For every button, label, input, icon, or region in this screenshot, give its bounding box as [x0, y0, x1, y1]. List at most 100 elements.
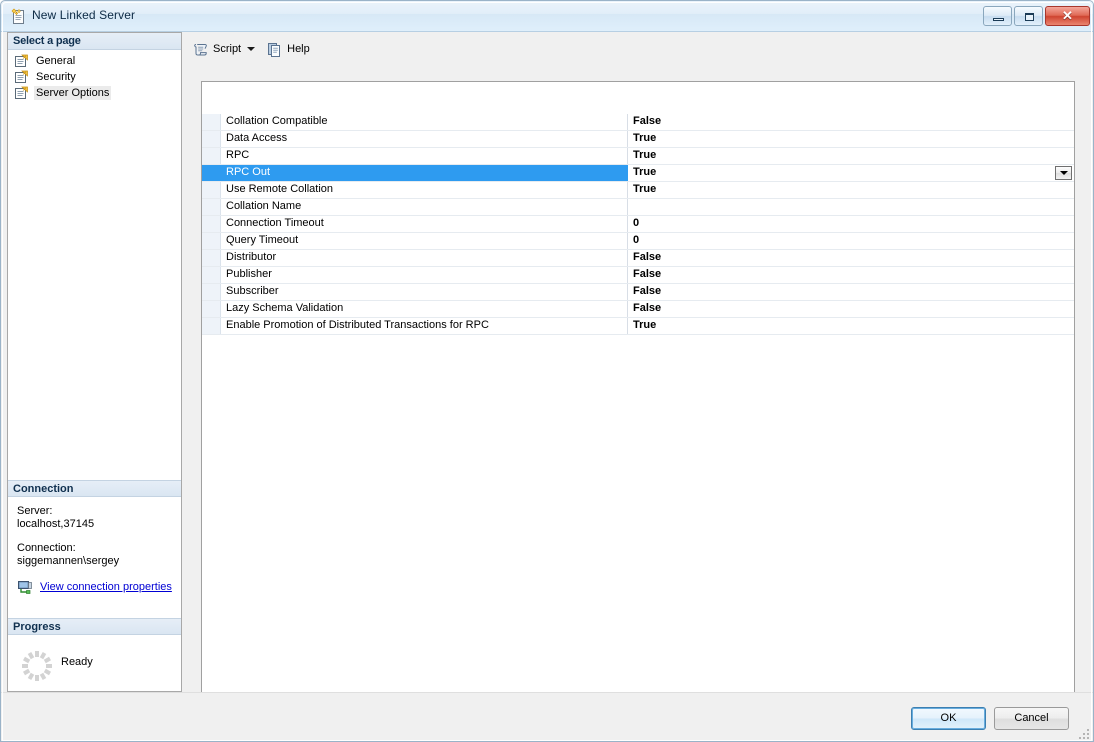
property-name: Connection Timeout	[221, 216, 628, 232]
toolbar: Script Help	[189, 36, 313, 62]
server-label: Server:	[17, 505, 53, 517]
help-button[interactable]: Help	[263, 38, 313, 60]
server-info: Server: localhost,37145	[17, 505, 181, 531]
property-value[interactable]: False	[628, 114, 1074, 130]
server-options-property-grid: Collation Compatible False Data Access T…	[201, 81, 1075, 711]
property-value[interactable]: 0	[628, 233, 1074, 249]
minimize-button[interactable]	[983, 6, 1012, 26]
property-name: Collation Compatible	[221, 114, 628, 130]
row-gutter	[202, 301, 221, 317]
table-row-selected[interactable]: RPC Out True	[202, 165, 1074, 182]
window-title: New Linked Server	[32, 8, 136, 22]
row-gutter	[202, 182, 221, 198]
property-name: Subscriber	[221, 284, 628, 300]
property-name: RPC Out	[221, 165, 628, 181]
row-gutter	[202, 250, 221, 266]
row-gutter	[202, 165, 221, 181]
table-row[interactable]: Query Timeout 0	[202, 233, 1074, 250]
sidebar-item-general[interactable]: General	[8, 53, 181, 69]
sidebar-item-label: Server Options	[34, 86, 112, 100]
title-bar[interactable]: New Linked Server ✕	[1, 1, 1093, 32]
help-page-icon	[268, 42, 281, 57]
property-value[interactable]: False	[628, 267, 1074, 283]
property-value[interactable]: True	[628, 165, 1074, 181]
view-connection-properties-row[interactable]: View connection properties	[17, 579, 181, 595]
help-label: Help	[287, 43, 310, 55]
progress-body: Ready	[8, 635, 181, 690]
property-value[interactable]	[628, 199, 1074, 215]
property-name: Collation Name	[221, 199, 628, 215]
table-row[interactable]: RPC True	[202, 148, 1074, 165]
table-row[interactable]: Collation Name	[202, 199, 1074, 216]
page-icon	[15, 54, 28, 67]
property-value[interactable]: False	[628, 301, 1074, 317]
property-value[interactable]: True	[628, 318, 1074, 334]
sidebar-item-label: Security	[36, 71, 76, 83]
table-row[interactable]: Collation Compatible False	[202, 114, 1074, 131]
row-gutter	[202, 114, 221, 130]
table-row[interactable]: Data Access True	[202, 131, 1074, 148]
connection-label: Connection:	[17, 542, 76, 554]
dialog-body: Select a page General Security Server Op…	[1, 32, 1093, 711]
property-value-dropdown-button[interactable]	[1055, 166, 1072, 180]
ok-button[interactable]: OK	[911, 707, 986, 730]
table-row[interactable]: Subscriber False	[202, 284, 1074, 301]
table-row[interactable]: Publisher False	[202, 267, 1074, 284]
page-icon	[15, 86, 28, 99]
script-dropdown-button[interactable]	[244, 38, 257, 60]
property-value[interactable]: True	[628, 148, 1074, 164]
maximize-icon	[1025, 13, 1034, 21]
script-label: Script	[213, 43, 242, 55]
close-icon: ✕	[1062, 8, 1073, 23]
sidebar-item-label: General	[36, 55, 76, 67]
table-row[interactable]: Use Remote Collation True	[202, 182, 1074, 199]
row-gutter	[202, 233, 221, 249]
server-value: localhost,37145	[17, 518, 95, 530]
property-name: Query Timeout	[221, 233, 628, 249]
page-selector-pane: Select a page General Security Server Op…	[7, 32, 182, 692]
new-linked-server-dialog: New Linked Server ✕ Select a page Genera…	[0, 0, 1094, 742]
connection-header: Connection	[8, 480, 181, 497]
row-gutter	[202, 199, 221, 215]
property-name: Use Remote Collation	[221, 182, 628, 198]
property-name: Enable Promotion of Distributed Transact…	[221, 318, 628, 334]
property-name: RPC	[221, 148, 628, 164]
cancel-button[interactable]: Cancel	[994, 707, 1069, 730]
progress-status: Ready	[61, 656, 93, 668]
sidebar-item-server-options[interactable]: Server Options	[8, 85, 181, 101]
property-value[interactable]: 0	[628, 216, 1074, 232]
property-value[interactable]: True	[628, 182, 1074, 198]
view-connection-properties-link[interactable]: View connection properties	[40, 581, 172, 594]
script-scroll-icon	[194, 43, 207, 55]
property-value[interactable]: False	[628, 284, 1074, 300]
connection-info: Connection: siggemannen\sergey	[17, 542, 181, 568]
window-controls: ✕	[983, 6, 1090, 26]
connection-properties-icon	[18, 581, 32, 594]
resize-grip[interactable]	[1077, 726, 1091, 740]
row-gutter	[202, 267, 221, 283]
sidebar-item-security[interactable]: Security	[8, 69, 181, 85]
chevron-down-icon	[1059, 171, 1068, 175]
property-name: Distributor	[221, 250, 628, 266]
dialog-footer: OK Cancel	[1, 692, 1093, 741]
chevron-down-icon	[246, 47, 255, 51]
progress-section: Progress Ready	[8, 618, 181, 690]
property-value[interactable]: False	[628, 250, 1074, 266]
table-row[interactable]: Connection Timeout 0	[202, 216, 1074, 233]
table-row[interactable]: Lazy Schema Validation False	[202, 301, 1074, 318]
script-button[interactable]: Script	[189, 38, 244, 60]
row-gutter	[202, 216, 221, 232]
close-button[interactable]: ✕	[1045, 6, 1090, 26]
select-a-page-header: Select a page	[8, 33, 181, 50]
row-gutter	[202, 284, 221, 300]
linked-server-icon	[11, 8, 24, 24]
property-rows: Collation Compatible False Data Access T…	[202, 114, 1074, 335]
progress-header: Progress	[8, 618, 181, 635]
table-row[interactable]: Enable Promotion of Distributed Transact…	[202, 318, 1074, 335]
row-gutter	[202, 148, 221, 164]
maximize-button[interactable]	[1014, 6, 1043, 26]
table-row[interactable]: Distributor False	[202, 250, 1074, 267]
page-icon	[15, 70, 28, 83]
row-gutter	[202, 318, 221, 334]
property-value[interactable]: True	[628, 131, 1074, 147]
